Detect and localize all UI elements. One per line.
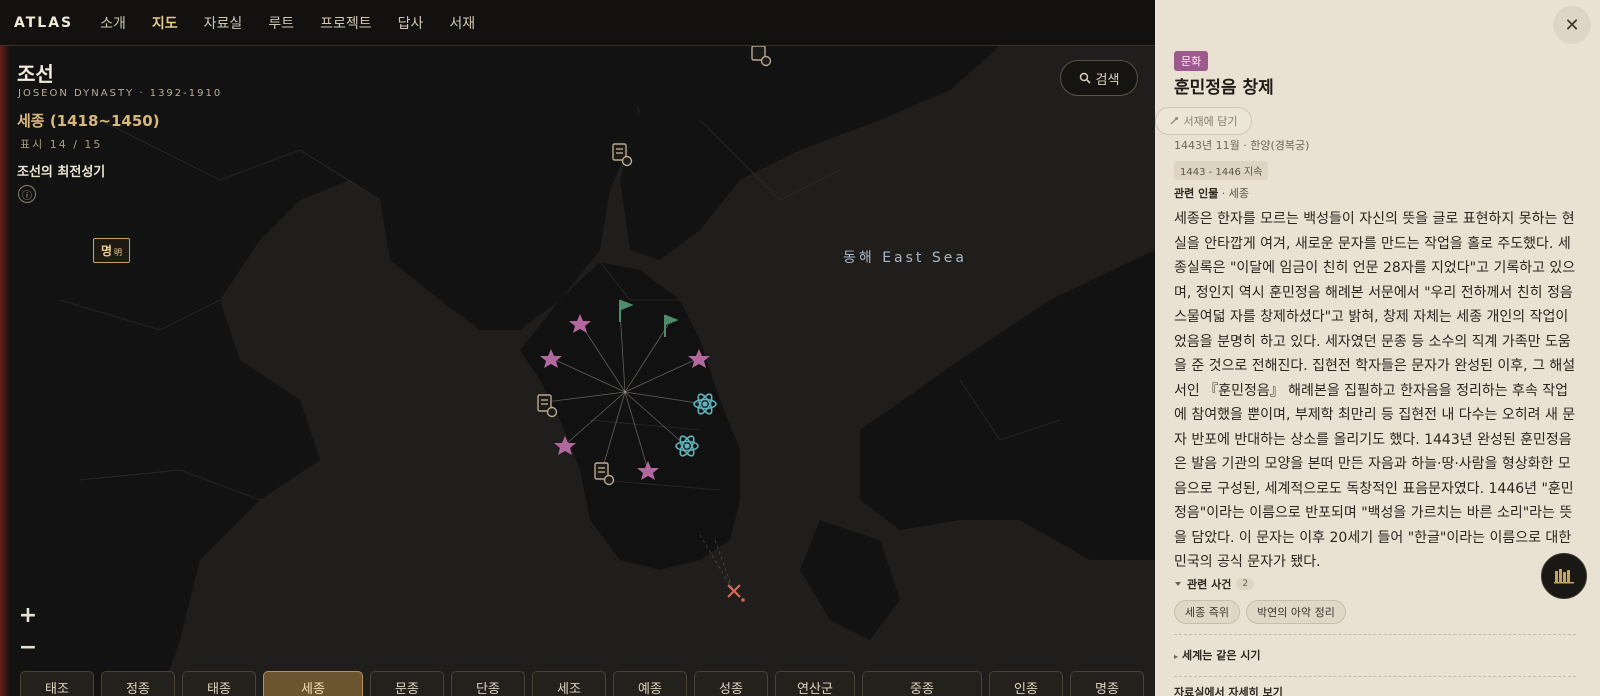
document-marker <box>594 462 615 486</box>
related-event-chip[interactable]: 박연의 아악 정리 <box>1246 600 1346 624</box>
nav-item-library[interactable]: 서재 <box>449 13 475 33</box>
era-subtitle: JOSEON DYNASTY · 1392-1910 <box>18 88 223 99</box>
ming-region-label[interactable]: 명明 <box>93 238 131 263</box>
era-motto: 조선의 최전성기 <box>17 165 106 180</box>
brand-logo[interactable]: ATLAS <box>14 15 73 31</box>
library-shelf-button[interactable] <box>1541 553 1587 599</box>
caret-right-icon: ▸ <box>1174 652 1179 661</box>
timeline-king-yeonsangun[interactable]: 연산군 <box>775 671 855 696</box>
ming-hanja: 明 <box>114 248 123 257</box>
marker-count: 표시 14 / 15 <box>20 138 103 151</box>
nav-item-route[interactable]: 루트 <box>268 13 294 33</box>
battle-cross-marker <box>727 584 745 602</box>
related-events-count: 2 <box>1236 578 1255 590</box>
search-icon <box>1079 72 1091 84</box>
timeline-king-danjong[interactable]: 단종 <box>451 671 525 696</box>
divider <box>1174 676 1576 677</box>
related-person-name[interactable]: · 세종 <box>1218 187 1249 200</box>
event-star-marker <box>688 349 710 368</box>
map-markers <box>537 45 772 602</box>
caret-down-icon <box>1175 582 1181 586</box>
event-title: 훈민정음 창제 <box>1174 78 1274 98</box>
nav-item-project[interactable]: 프로젝트 <box>320 13 372 33</box>
zoom-out-button[interactable]: − <box>13 635 43 660</box>
reign-label: 세종 (1418~1450) <box>17 112 160 130</box>
divider <box>1174 634 1576 635</box>
event-star-marker <box>540 349 562 368</box>
era-title: 조선 <box>17 62 54 86</box>
nav-item-archive[interactable]: 자료실 <box>204 13 243 33</box>
category-badge: 문화 <box>1174 51 1209 71</box>
document-marker <box>537 394 558 418</box>
event-star-marker <box>637 461 659 480</box>
zoom-in-button[interactable]: + <box>13 603 43 628</box>
timeline-king-myeongjong[interactable]: 명종 <box>1070 671 1144 696</box>
timeline-king-sejong[interactable]: 세종 <box>263 671 363 696</box>
related-events-toggle[interactable]: 관련 사건 2 <box>1174 576 1255 592</box>
nav-item-map[interactable]: 지도 <box>152 13 178 33</box>
world-label: 세계는 같은 시기 <box>1182 649 1261 662</box>
save-to-library-button[interactable]: 서재에 담기 <box>1155 107 1252 135</box>
bookshelf-icon <box>1554 569 1574 584</box>
timeline-king-yejong[interactable]: 예종 <box>613 671 687 696</box>
pin-icon <box>1170 116 1179 125</box>
map-canvas[interactable]: 조선 JOSEON DYNASTY · 1392-1910 세종 (1418~1… <box>0 0 1155 696</box>
timeline-king-taejong[interactable]: 태종 <box>182 671 256 696</box>
timeline-king-munjong[interactable]: 문종 <box>370 671 444 696</box>
event-star-marker <box>554 436 576 455</box>
science-atom-marker <box>693 393 717 415</box>
top-navigation: ATLAS 소개 지도 자료실 루트 프로젝트 답사 서재 <box>0 0 1155 46</box>
archive-detail-link[interactable]: 자료실에서 자세히 보기 <box>1174 684 1283 696</box>
event-description: 세종은 한자를 모르는 백성들이 자신의 뜻을 글로 표현하지 못하는 현실을 … <box>1174 211 1576 570</box>
document-marker <box>612 143 633 167</box>
timeline-king-jungjong[interactable]: 중종 <box>862 671 982 696</box>
timeline-king-injong[interactable]: 인종 <box>989 671 1063 696</box>
nav-item-field-trip[interactable]: 답사 <box>398 13 424 33</box>
related-person-label: 관련 인물 <box>1174 187 1219 200</box>
science-atom-marker <box>675 435 699 457</box>
close-icon[interactable]: ✕ <box>1553 6 1591 44</box>
ming-label: 명 <box>101 244 113 258</box>
timeline-king-jeongjong[interactable]: 정종 <box>101 671 175 696</box>
related-person: 관련 인물 · 세종 <box>1174 185 1249 201</box>
event-star-marker <box>569 314 591 333</box>
world-same-period-toggle[interactable]: ▸ 세계는 같은 시기 <box>1174 647 1261 663</box>
sea-label: 동해 East Sea <box>843 250 967 266</box>
event-detail-panel: ✕ 문화 훈민정음 창제 서재에 담기 1443년 11월 · 한양(경복궁) … <box>1155 0 1600 696</box>
document-marker <box>751 45 772 67</box>
event-date-location: 1443년 11월 · 한양(경복궁) <box>1174 139 1310 152</box>
related-events-label: 관련 사건 <box>1187 578 1232 591</box>
related-event-chip[interactable]: 세종 즉위 <box>1174 600 1240 624</box>
timeline-king-sejo[interactable]: 세조 <box>532 671 606 696</box>
timeline-king-taejo[interactable]: 태조 <box>20 671 94 696</box>
search-label: 검색 <box>1095 72 1120 88</box>
duration-badge: 1443 - 1446 지속 <box>1174 161 1269 180</box>
search-button[interactable]: 검색 <box>1060 60 1138 96</box>
timeline-king-seongjong[interactable]: 성종 <box>694 671 768 696</box>
info-icon[interactable]: ⓘ <box>18 185 36 203</box>
save-label: 서재에 담기 <box>1183 115 1238 128</box>
nav-item-intro[interactable]: 소개 <box>100 13 126 33</box>
